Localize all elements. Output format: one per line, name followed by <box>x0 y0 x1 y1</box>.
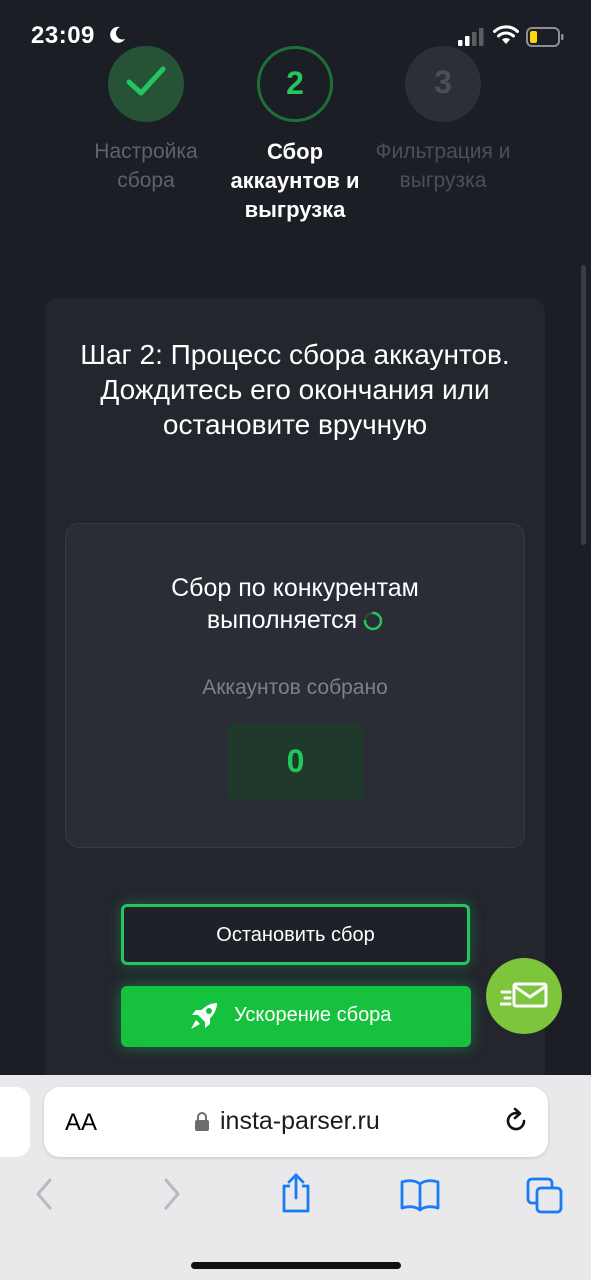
bookmarks-icon[interactable] <box>400 1178 440 1212</box>
boost-collection-button[interactable]: Ускорение сбора <box>121 986 471 1047</box>
step-2-number: 2 <box>286 65 304 101</box>
step-title: Шаг 2: Процесс сбора аккаунтов. Дождитес… <box>80 339 510 440</box>
forward-icon[interactable] <box>160 1176 184 1212</box>
step-3-circle: 3 <box>405 46 481 122</box>
step-2-label: Сбор аккаунтов и выгрузка <box>230 139 360 222</box>
home-indicator <box>191 1262 401 1269</box>
previous-tab-preview[interactable] <box>0 1087 30 1157</box>
step-3-label: Фильтрация и выгрузка <box>375 140 511 192</box>
address-bar[interactable]: AA insta-parser.ru <box>44 1087 548 1157</box>
spinner-icon <box>363 611 383 631</box>
collected-value: 0 <box>286 743 305 779</box>
lock-icon <box>195 1112 209 1131</box>
contact-fab[interactable] <box>486 958 562 1034</box>
progress-status: Сбор по конкурентам выполняется <box>100 572 490 636</box>
back-icon[interactable] <box>32 1176 56 1212</box>
url-text: insta-parser.ru <box>220 1107 380 1135</box>
stop-collection-label: Остановить сбор <box>216 924 375 946</box>
tabs-icon[interactable] <box>526 1177 564 1215</box>
battery-icon <box>526 27 564 47</box>
send-mail-icon <box>500 982 548 1008</box>
check-icon <box>126 66 166 96</box>
step-1-circle <box>108 46 184 122</box>
rocket-icon <box>191 1003 217 1029</box>
moon-icon <box>110 26 125 43</box>
collected-label: Аккаунтов собрано <box>202 676 388 699</box>
step-1-label: Настройка сбора <box>94 140 198 192</box>
reload-icon[interactable] <box>502 1107 530 1135</box>
step-3-number: 3 <box>434 64 452 100</box>
step-2-circle: 2 <box>257 46 333 122</box>
share-icon[interactable] <box>279 1172 313 1214</box>
signal-icon <box>458 28 484 46</box>
text-size-label: AA <box>65 1109 98 1136</box>
boost-collection-label: Ускорение сбора <box>234 1004 392 1026</box>
text-size-button[interactable]: AA <box>65 1109 97 1137</box>
status-time: 23:09 <box>31 22 95 49</box>
collected-counter: 0 <box>228 724 363 799</box>
page-scrollbar[interactable] <box>581 265 586 545</box>
wifi-icon <box>493 25 519 44</box>
stop-collection-button[interactable]: Остановить сбор <box>121 904 470 965</box>
